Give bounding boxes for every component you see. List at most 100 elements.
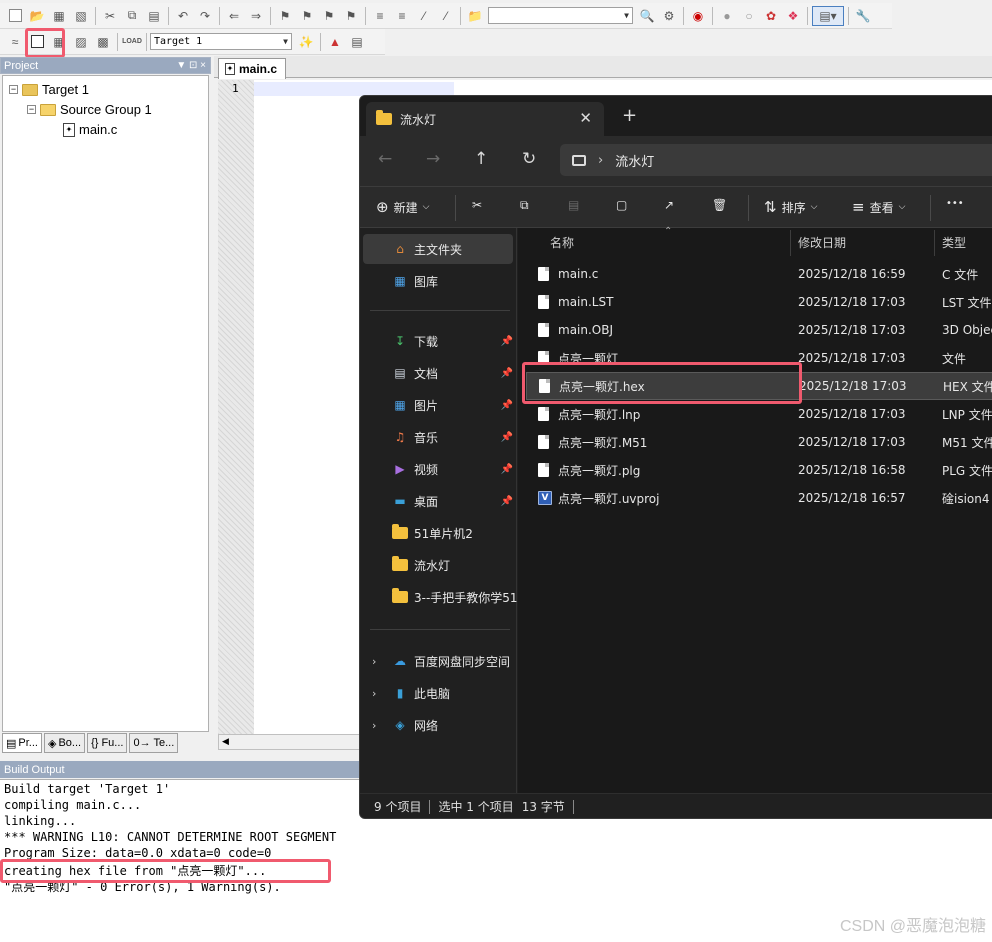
target-options-icon[interactable]: ✨ [296,32,316,52]
pin-icon[interactable]: 📌 [501,336,513,347]
up-icon[interactable]: ↑ [474,149,488,169]
copy-icon[interactable]: ⧉ [122,6,142,26]
bookmark-icon[interactable]: ⚑ [275,6,295,26]
nav-item-tutorial[interactable]: 3--手把手教你学51 [360,582,518,612]
pin-icon[interactable]: 📌 [501,368,513,379]
share-icon[interactable]: ↗ [664,198,674,212]
nav-item-downloads[interactable]: ↧ 下载 📌 [360,326,517,356]
find-in-files-icon[interactable]: 📁 [465,6,485,26]
pin-icon[interactable]: 📌 [501,464,513,475]
column-divider[interactable] [790,230,791,256]
pin-icon[interactable]: 📌 [501,400,513,411]
tab-books[interactable]: ◈ Bo... [43,733,86,753]
sort-button[interactable]: ⇅ 排序 ⌵ [764,198,817,216]
stop-build-icon[interactable]: ▩ [93,32,113,52]
file-row[interactable]: 点亮一颗灯.M51 2025/12/18 17:03 M51 文件 [526,428,992,456]
bookmark-clear-icon[interactable]: ⚑ [341,6,361,26]
file-row[interactable]: main.OBJ 2025/12/18 17:03 3D Objec [526,316,992,344]
breakpoint-kill-icon[interactable]: ✿ [761,6,781,26]
delete-icon[interactable]: 🗑 [712,198,727,212]
column-divider[interactable] [934,230,935,256]
view-button[interactable]: ≡ 查看 ⌵ [852,198,905,216]
tab-functions[interactable]: {} Fu... [87,733,128,753]
file-row[interactable]: 点亮一颗灯.plg 2025/12/18 16:58 PLG 文件 [526,456,992,484]
download-icon[interactable]: LOAD [122,32,142,52]
nav-item-music[interactable]: ♫ 音乐 📌 [360,422,517,452]
chevron-right-icon[interactable]: › [372,687,376,700]
nav-item-desktop[interactable]: ▬ 桌面 📌 [360,486,517,516]
paste-icon[interactable]: ▤ [568,198,579,212]
manage-components-icon[interactable]: ▲ [325,32,345,52]
cut-icon[interactable]: ✂ [100,6,120,26]
nav-item-51mcu2[interactable]: 51单片机2 [360,518,517,548]
column-header-type[interactable]: 类型 [942,234,966,251]
nav-item-pictures[interactable]: ▦ 图片 📌 [360,390,517,420]
tree-item-source-group[interactable]: − Source Group 1 [27,102,152,117]
column-header-name[interactable]: 名称 [550,234,574,251]
nav-back-icon[interactable]: ⇐ [224,6,244,26]
target-select[interactable]: Target 1 ▼ [150,33,292,50]
nav-item-videos[interactable]: ▶ 视频 📌 [360,454,517,484]
configure-icon[interactable]: 🔧 [853,6,873,26]
uncomment-icon[interactable]: ⁄ [436,6,456,26]
find-icon[interactable]: 🔍 [637,6,657,26]
nav-item-documents[interactable]: ▤ 文档 📌 [360,358,517,388]
back-icon[interactable]: ← [378,149,392,169]
address-input[interactable]: › 流水灯 [560,144,992,176]
forward-icon[interactable]: → [426,149,440,169]
save-icon[interactable]: ▦ [49,6,69,26]
open-folder-icon[interactable]: 📂 [27,6,47,26]
column-header-date[interactable]: 修改日期 [798,234,846,251]
undo-icon[interactable]: ↶ [173,6,193,26]
save-all-icon[interactable]: ▧ [71,6,91,26]
editor-tab-main-c[interactable]: ✦ main.c [218,58,287,79]
file-row[interactable]: main.c 2025/12/18 16:59 C 文件 [526,260,992,288]
chevron-right-icon[interactable]: › [372,719,376,732]
panel-controls[interactable]: ▼ ⊡ × [176,60,210,71]
refresh-icon[interactable]: ↻ [522,149,536,169]
nav-item-gallery[interactable]: ▦ 图库 [360,266,517,296]
file-row[interactable]: 点亮一颗灯.lnp 2025/12/18 17:03 LNP 文件 [526,400,992,428]
translate-icon[interactable]: ≈ [5,32,25,52]
nav-item-network[interactable]: › ◈ 网络 [360,710,517,740]
explorer-tab[interactable]: 流水灯 ✕ [366,102,604,136]
nav-forward-icon[interactable]: ⇒ [246,6,266,26]
collapse-icon[interactable]: − [27,105,36,114]
bookmark-next-icon[interactable]: ⚑ [319,6,339,26]
redo-icon[interactable]: ↷ [195,6,215,26]
more-options-icon[interactable]: ••• [946,198,964,209]
debug-icon[interactable]: ◉ [688,6,708,26]
new-button[interactable]: ⊕ 新建 ⌵ [376,198,429,216]
pin-icon[interactable]: 📌 [501,432,513,443]
paste-icon[interactable]: ▤ [144,6,164,26]
select-packs-icon[interactable]: ▤ [347,32,367,52]
rename-icon[interactable]: ▢ [616,198,627,212]
breakpoint-icon[interactable]: ● [717,6,737,26]
file-row[interactable]: main.LST 2025/12/18 17:03 LST 文件 [526,288,992,316]
collapse-icon[interactable]: − [9,85,18,94]
new-file-icon[interactable] [5,6,25,26]
cut-icon[interactable]: ✂ [472,198,482,212]
indent-icon[interactable]: ≡ [370,6,390,26]
comment-icon[interactable]: ⁄ [414,6,434,26]
new-tab-icon[interactable]: + [622,105,637,126]
tree-item-main-c[interactable]: ✦ main.c [63,122,117,137]
bookmark-prev-icon[interactable]: ⚑ [297,6,317,26]
copy-icon[interactable]: ⧉ [520,198,529,213]
window-select-icon[interactable]: ▤▾ [812,5,844,26]
tab-templates[interactable]: 0→ Te... [129,733,179,753]
batch-build-icon[interactable]: ▨ [71,32,91,52]
unindent-icon[interactable]: ≡ [392,6,412,26]
nav-item-this-pc[interactable]: › ▮ 此电脑 [360,678,517,708]
find-combo[interactable]: ▼ [488,7,633,24]
editor-horizontal-scrollbar[interactable]: ◀ [218,734,360,750]
incremental-find-icon[interactable]: ⚙ [659,6,679,26]
breadcrumb[interactable]: 流水灯 [615,151,654,170]
nav-item-home[interactable]: ⌂ 主文件夹 [363,234,513,264]
nav-item-baidu-sync[interactable]: › ☁ 百度网盘同步空间 [360,646,517,676]
close-tab-icon[interactable]: ✕ [579,109,592,127]
pin-icon[interactable]: 📌 [501,496,513,507]
breakpoint-disable-icon[interactable]: ○ [739,6,759,26]
tab-project[interactable]: ▤ Pr... [2,733,42,753]
chevron-right-icon[interactable]: › [372,655,376,668]
